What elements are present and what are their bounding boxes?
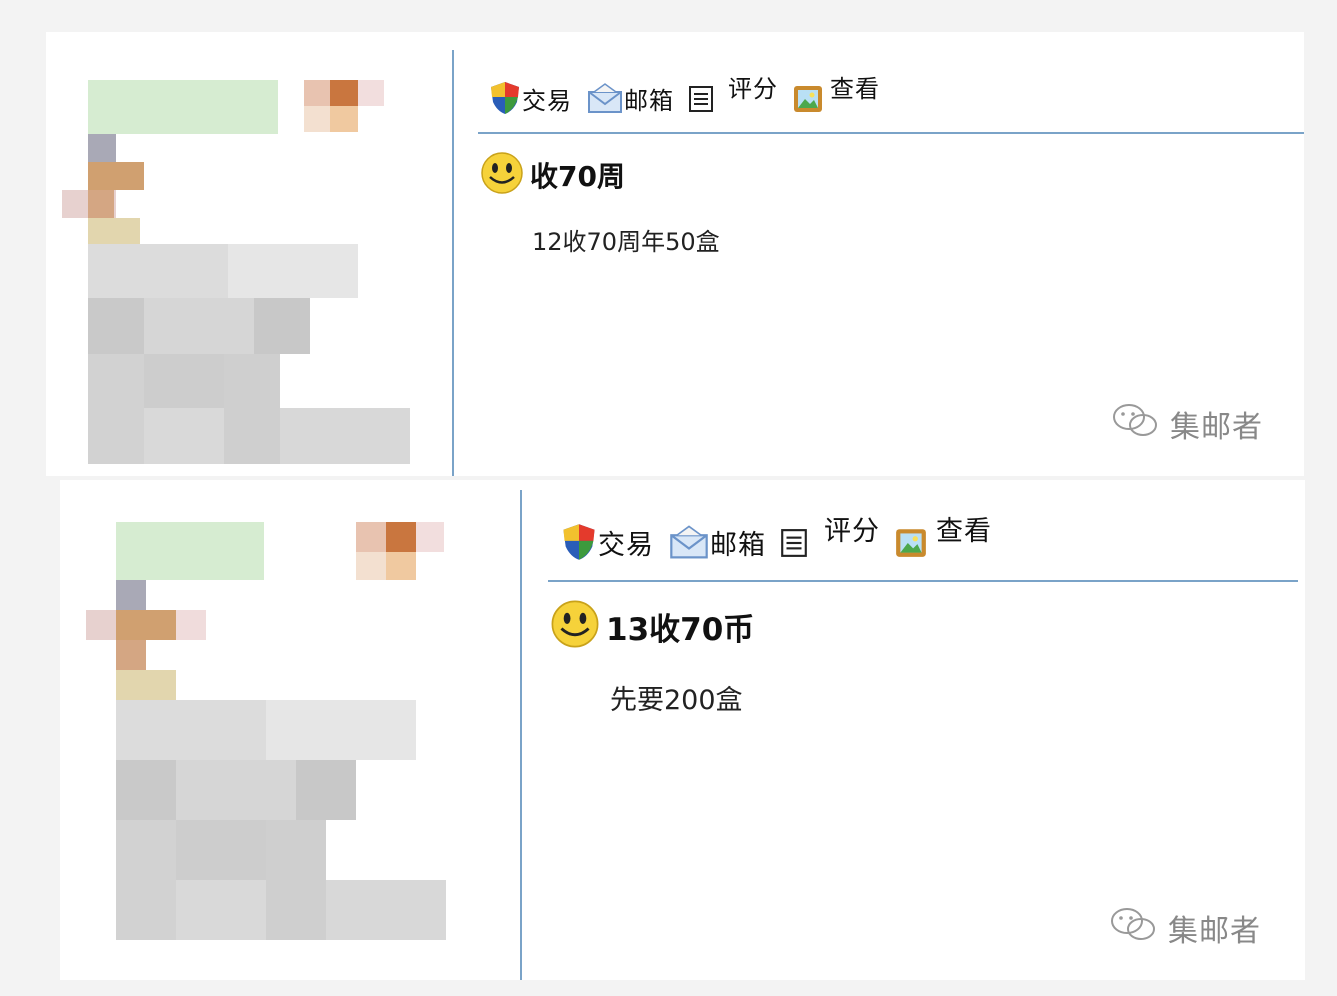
notepad-icon (780, 528, 808, 558)
avatar[interactable] (60, 76, 420, 466)
smiley-icon (480, 150, 524, 200)
mailbox-label: 邮箱 (624, 87, 674, 115)
rate-label: 评分 (728, 75, 778, 103)
picture-icon (792, 84, 824, 114)
column-divider (520, 490, 522, 980)
wechat-icon (1108, 904, 1158, 952)
watermark: 集邮者 (1108, 904, 1261, 952)
watermark-text: 集邮者 (1170, 410, 1263, 445)
post-body: 先要200盒 (610, 685, 743, 716)
rate-label: 评分 (824, 516, 880, 547)
picture-icon (894, 527, 928, 559)
column-divider (452, 50, 454, 476)
mailbox-button[interactable]: 邮箱 (586, 81, 674, 116)
notepad-icon (688, 85, 714, 113)
avatar[interactable] (82, 520, 452, 944)
mailbox-label: 邮箱 (710, 530, 766, 561)
trade-button[interactable]: 交易 (488, 80, 572, 116)
view-button[interactable]: 查看 (792, 75, 880, 116)
watermark: 集邮者 (1110, 400, 1263, 448)
envelope-icon (668, 524, 710, 562)
post-title-row: 收70周 (480, 150, 625, 200)
post-toolbar: 交易 邮箱 评分 查看 (560, 516, 1006, 562)
post-title-row: 13收70币 (550, 598, 754, 654)
smiley-icon (550, 598, 600, 654)
post-2: 交易 邮箱 评分 查看 13收70币 先要200盒 集邮者 (60, 480, 1305, 980)
post-title: 收70周 (530, 160, 625, 193)
rate-button[interactable]: 评分 (688, 75, 778, 116)
wechat-icon (1110, 400, 1160, 448)
view-label: 查看 (936, 516, 992, 547)
shield-icon (488, 80, 522, 116)
view-label: 查看 (830, 75, 880, 103)
rate-button[interactable]: 评分 (780, 516, 880, 562)
post-body: 12收70周年50盒 (532, 228, 720, 256)
trade-button[interactable]: 交易 (560, 522, 654, 562)
toolbar-rule (548, 580, 1298, 582)
mailbox-button[interactable]: 邮箱 (668, 523, 766, 562)
envelope-icon (586, 82, 624, 116)
toolbar-rule (478, 132, 1304, 134)
trade-label: 交易 (522, 86, 572, 115)
watermark-text: 集邮者 (1168, 914, 1261, 949)
shield-icon (560, 522, 598, 562)
view-button[interactable]: 查看 (894, 516, 992, 562)
trade-label: 交易 (598, 529, 654, 561)
post-1: 交易 邮箱 评分 查看 收70周 12收70周年50盒 集邮者 (46, 32, 1304, 476)
post-toolbar: 交易 邮箱 评分 查看 (488, 70, 894, 116)
post-title: 13收70币 (606, 611, 755, 648)
